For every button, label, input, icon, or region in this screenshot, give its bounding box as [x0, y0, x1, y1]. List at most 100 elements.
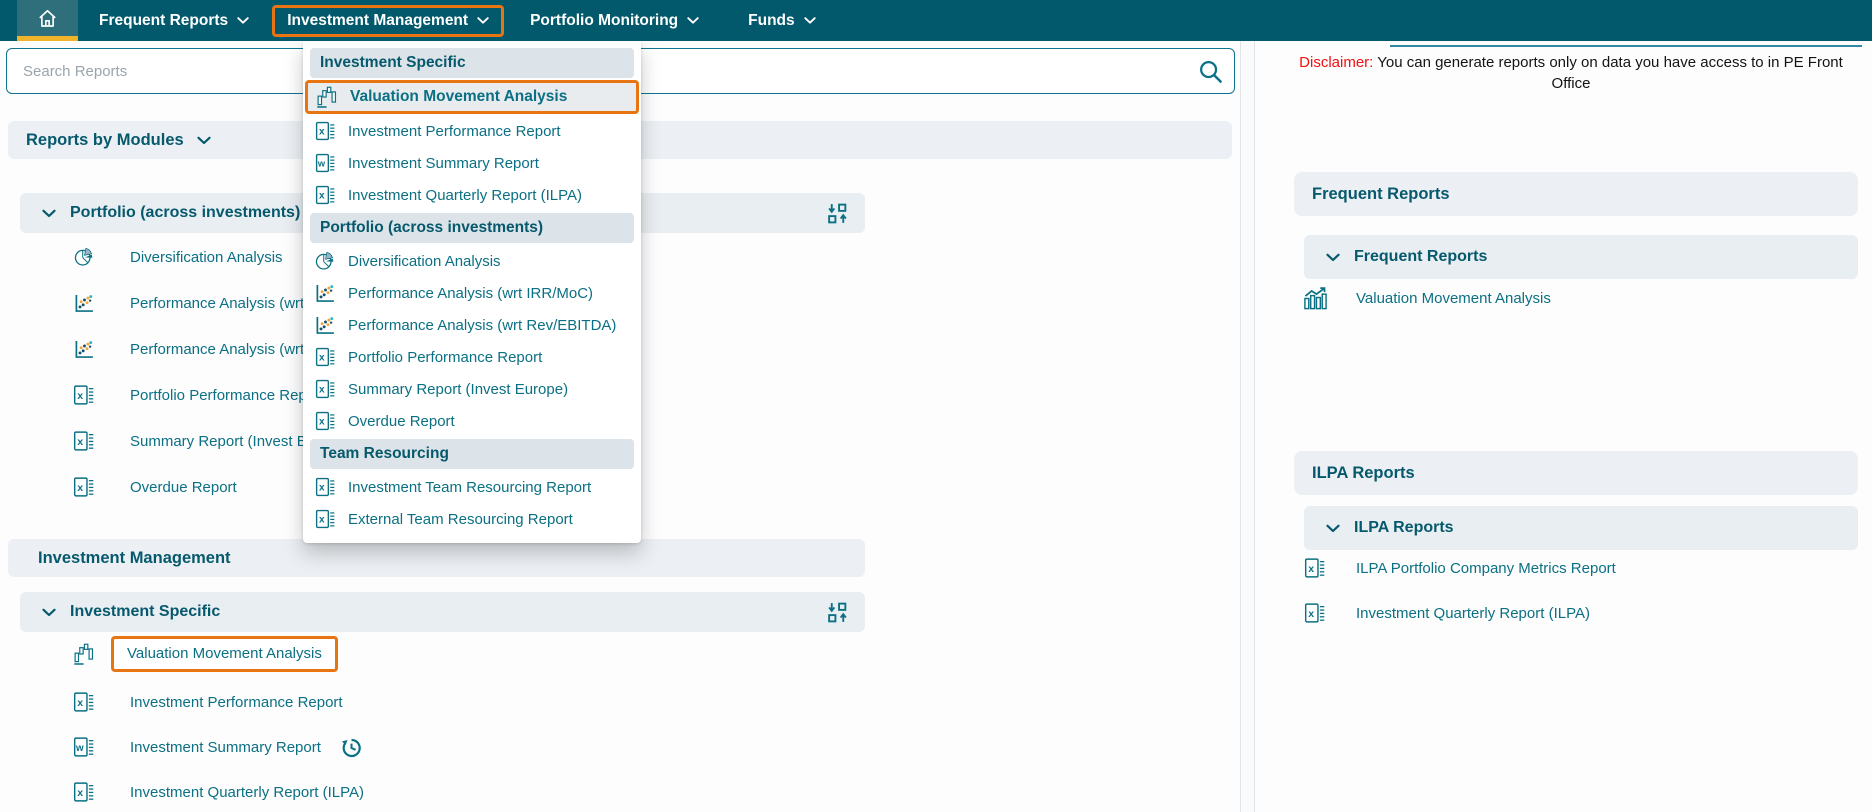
excel-file-icon — [72, 475, 96, 499]
reports-dashboard-page: Frequent Reports Investment Management P… — [0, 0, 1872, 812]
report-link-overdue-report[interactable]: Overdue Report — [130, 479, 237, 496]
excel-file-icon — [313, 476, 337, 498]
report-link-valuation-movement-analysis[interactable]: Valuation Movement Analysis — [1356, 290, 1551, 307]
frequent-reports-section-header[interactable]: Frequent Reports — [1304, 235, 1858, 279]
section-title: ILPA Reports — [1354, 519, 1454, 537]
report-row: Investment Performance Report — [72, 685, 343, 719]
nav-item-investment-management[interactable]: Investment Management — [272, 5, 504, 37]
menu-group-header-investment-specific: Investment Specific — [310, 48, 634, 78]
chevron-down-icon — [42, 209, 56, 218]
section-title: Investment Specific — [70, 603, 220, 621]
menu-item-performance-analysis-rev-ebitda[interactable]: Performance Analysis (wrt Rev/EBITDA) — [303, 309, 641, 341]
menu-item-investment-performance-report[interactable]: Investment Performance Report — [303, 115, 641, 147]
menu-item-label: Investment Team Resourcing Report — [348, 479, 591, 496]
excel-file-icon — [313, 184, 337, 206]
report-row: Overdue Report — [72, 470, 237, 504]
menu-item-label: Performance Analysis (wrt IRR/MoC) — [348, 285, 593, 302]
divider — [1390, 45, 1862, 47]
report-link-ilpa-portfolio-company-metrics-report[interactable]: ILPA Portfolio Company Metrics Report — [1356, 560, 1616, 577]
search-icon — [1197, 58, 1224, 85]
heading-label: Frequent Reports — [1312, 185, 1450, 204]
waterfall-chart-icon — [315, 85, 339, 109]
section-title: Reports by Modules — [26, 131, 184, 150]
nav-item-portfolio-monitoring[interactable]: Portfolio Monitoring — [530, 12, 699, 30]
menu-item-label: External Team Resourcing Report — [348, 511, 573, 528]
menu-item-label: Valuation Movement Analysis — [350, 88, 567, 106]
chevron-down-icon — [197, 136, 211, 145]
excel-file-icon — [1300, 556, 1330, 580]
nav-item-label: Investment Management — [287, 12, 468, 30]
menu-item-label: Portfolio Performance Report — [348, 349, 542, 366]
waterfall-chart-icon — [72, 642, 96, 666]
word-file-icon — [72, 735, 96, 759]
report-row: ILPA Portfolio Company Metrics Report — [1300, 551, 1616, 585]
pie-chart-icon — [313, 249, 337, 273]
nav-item-frequent-reports[interactable]: Frequent Reports — [99, 12, 249, 30]
scatter-chart-icon — [72, 291, 96, 315]
investment-specific-section-header[interactable]: Investment Specific — [20, 592, 865, 632]
swap-vertical-icon[interactable] — [826, 601, 849, 624]
top-navbar: Frequent Reports Investment Management P… — [0, 0, 1872, 41]
history-icon[interactable] — [339, 735, 363, 759]
menu-item-diversification-analysis[interactable]: Diversification Analysis — [303, 245, 641, 277]
excel-file-icon — [313, 346, 337, 368]
highlight-outline: Valuation Movement Analysis — [111, 636, 338, 672]
report-link-investment-performance-report[interactable]: Investment Performance Report — [130, 694, 343, 711]
chevron-down-icon — [1326, 524, 1340, 533]
menu-item-label: Summary Report (Invest Europe) — [348, 381, 568, 398]
menu-item-investment-summary-report[interactable]: Investment Summary Report — [303, 147, 641, 179]
menu-group-header-team-resourcing: Team Resourcing — [310, 439, 634, 469]
menu-item-investment-team-resourcing-report[interactable]: Investment Team Resourcing Report — [303, 471, 641, 503]
report-link-investment-quarterly-report-ilpa[interactable]: Investment Quarterly Report (ILPA) — [1356, 605, 1590, 622]
nav-home-button[interactable] — [17, 0, 78, 41]
ilpa-reports-heading: ILPA Reports — [1294, 451, 1858, 495]
swap-vertical-icon[interactable] — [826, 202, 849, 225]
scatter-chart-icon — [313, 281, 337, 305]
report-link-investment-summary-report[interactable]: Investment Summary Report — [130, 739, 321, 756]
report-row: Investment Summary Report — [72, 730, 363, 764]
menu-item-label: Investment Summary Report — [348, 155, 539, 172]
nav-item-label: Portfolio Monitoring — [530, 12, 678, 30]
nav-item-label: Funds — [748, 12, 795, 30]
nav-item-funds[interactable]: Funds — [748, 12, 816, 30]
report-link-valuation-movement-analysis[interactable]: Valuation Movement Analysis — [127, 645, 322, 662]
chevron-down-icon — [42, 608, 56, 617]
disclaimer-body: You can generate reports only on data yo… — [1377, 54, 1843, 92]
excel-file-icon — [313, 410, 337, 432]
menu-item-valuation-movement-analysis[interactable]: Valuation Movement Analysis — [305, 80, 639, 114]
disclaimer-text: Disclaimer: You can generate reports onl… — [1292, 52, 1850, 94]
report-link-portfolio-performance-report[interactable]: Portfolio Performance Report — [130, 387, 324, 404]
excel-file-icon — [72, 780, 96, 804]
chevron-down-icon — [1326, 253, 1340, 262]
chevron-down-icon — [804, 17, 816, 24]
excel-file-icon — [72, 429, 96, 453]
report-row: Investment Quarterly Report (ILPA) — [72, 775, 364, 809]
scatter-chart-icon — [313, 313, 337, 337]
section-title: Frequent Reports — [1354, 248, 1487, 266]
menu-item-performance-analysis-irr-moc[interactable]: Performance Analysis (wrt IRR/MoC) — [303, 277, 641, 309]
word-file-icon — [313, 152, 337, 174]
menu-item-portfolio-performance-report[interactable]: Portfolio Performance Report — [303, 341, 641, 373]
menu-item-label: Overdue Report — [348, 413, 455, 430]
chevron-down-icon — [687, 17, 699, 24]
report-row: Valuation Movement Analysis — [1300, 281, 1551, 315]
report-link-diversification-analysis[interactable]: Diversification Analysis — [130, 249, 283, 266]
excel-file-icon — [313, 508, 337, 530]
report-row: Diversification Analysis — [72, 240, 283, 274]
scrollbar-track[interactable] — [1240, 41, 1255, 812]
menu-group-header-portfolio: Portfolio (across investments) — [310, 213, 634, 243]
menu-item-summary-report-invest-europe[interactable]: Summary Report (Invest Europe) — [303, 373, 641, 405]
menu-item-investment-quarterly-report-ilpa[interactable]: Investment Quarterly Report (ILPA) — [303, 179, 641, 211]
chevron-down-icon — [477, 17, 489, 24]
menu-item-label: Diversification Analysis — [348, 253, 501, 270]
investment-management-heading: Investment Management — [8, 539, 865, 577]
menu-item-overdue-report[interactable]: Overdue Report — [303, 405, 641, 437]
report-link-investment-quarterly-report-ilpa[interactable]: Investment Quarterly Report (ILPA) — [130, 784, 364, 801]
menu-item-label: Investment Quarterly Report (ILPA) — [348, 187, 582, 204]
menu-item-external-team-resourcing-report[interactable]: External Team Resourcing Report — [303, 503, 641, 535]
report-row: Investment Quarterly Report (ILPA) — [1300, 596, 1590, 630]
ilpa-reports-section-header[interactable]: ILPA Reports — [1304, 506, 1858, 550]
excel-file-icon — [72, 383, 96, 407]
excel-file-icon — [313, 378, 337, 400]
excel-file-icon — [72, 690, 96, 714]
